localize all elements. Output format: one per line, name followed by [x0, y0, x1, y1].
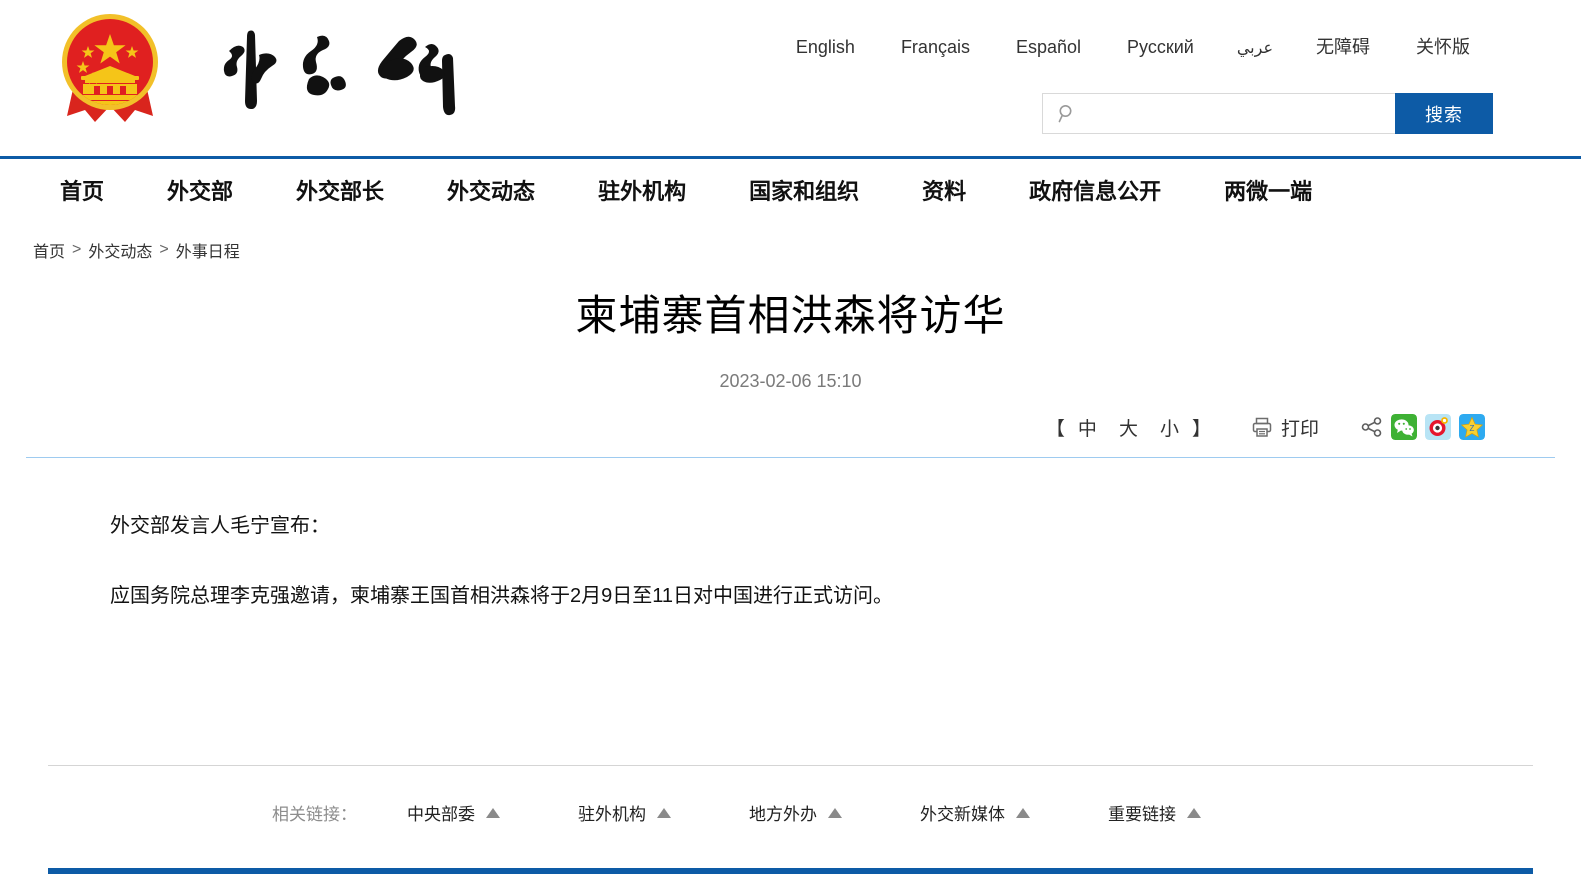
related-link-overseas-missions[interactable]: 驻外机构	[578, 800, 671, 825]
search-icon	[1058, 104, 1072, 122]
footer-bottom-bar	[48, 868, 1533, 874]
nav-item-news[interactable]: 外交动态	[447, 174, 535, 206]
lang-link-espanol[interactable]: Español	[993, 37, 1104, 58]
article-paragraph: 外交部发言人毛宁宣布：	[110, 514, 330, 537]
related-link-label: 驻外机构	[578, 805, 646, 824]
qzone-icon[interactable]: Z	[1459, 414, 1485, 440]
lang-link-russian[interactable]: Русский	[1104, 37, 1217, 58]
breadcrumb-item-2[interactable]: 外事日程	[176, 238, 240, 262]
related-links-label: 相关链接：	[272, 805, 357, 824]
related-link-diplomatic-new-media[interactable]: 外交新媒体	[920, 800, 1030, 825]
share-icon[interactable]	[1361, 416, 1383, 438]
footer-divider	[48, 765, 1533, 766]
article-toolbar: 【 中 大 小 】 打印 Z	[0, 392, 1581, 441]
font-size-medium-button[interactable]: 中	[1069, 414, 1106, 441]
nav-item-government-info[interactable]: 政府信息公开	[1029, 174, 1161, 206]
nav-item-home[interactable]: 首页	[60, 174, 104, 206]
related-link-label: 外交新媒体	[920, 805, 1005, 824]
article-header: 柬埔寨首相洪森将访华 2023-02-06 15:10	[0, 262, 1581, 392]
related-link-local-foreign-affairs[interactable]: 地方外办	[749, 800, 842, 825]
page-title: 柬埔寨首相洪森将访华	[575, 292, 1006, 339]
breadcrumb: 首页 > 外交动态 > 外事日程	[0, 220, 1581, 262]
share-group: Z	[1361, 414, 1485, 440]
svg-text:Z: Z	[1470, 424, 1475, 433]
lang-link-francais[interactable]: Français	[878, 37, 993, 58]
article-paragraph: 应国务院总理李克强邀请，柬埔寨王国首相洪森将于2月9日至11日对中国进行正式访问…	[110, 584, 894, 607]
china-national-emblem-icon	[62, 14, 158, 122]
lang-link-arabic[interactable]: عربي	[1217, 38, 1293, 58]
caret-up-icon	[1016, 807, 1030, 818]
caret-up-icon	[657, 807, 671, 818]
search-input-container[interactable]	[1042, 93, 1395, 134]
accessibility-link[interactable]: 无障碍	[1293, 33, 1393, 59]
related-links: 相关链接： 中央部委 驻外机构 地方外办 外交新媒体 重要链接	[0, 800, 1581, 825]
breadcrumb-separator: >	[72, 241, 82, 258]
font-size-small-button[interactable]: 小	[1151, 414, 1188, 441]
bracket-open: 【	[1045, 418, 1065, 440]
article-body: 外交部发言人毛宁宣布： 应国务院总理李克强邀请，柬埔寨王国首相洪森将于2月9日至…	[0, 458, 1581, 612]
search-input[interactable]	[1077, 95, 1377, 132]
breadcrumb-item-1[interactable]: 外交动态	[88, 238, 152, 262]
mfa-calligraphy-wordmark-icon	[223, 30, 456, 116]
caret-up-icon	[1187, 807, 1201, 818]
nav-item-missions[interactable]: 驻外机构	[598, 174, 686, 206]
related-link-label: 重要链接	[1108, 805, 1176, 824]
article-timestamp: 2023-02-06 15:10	[719, 370, 862, 391]
weibo-icon[interactable]	[1425, 414, 1451, 440]
breadcrumb-item-0[interactable]: 首页	[33, 238, 65, 262]
related-link-important-links[interactable]: 重要链接	[1108, 800, 1201, 825]
breadcrumb-separator: >	[159, 241, 169, 258]
search-button[interactable]: 搜索	[1395, 93, 1493, 134]
related-link-label: 中央部委	[407, 805, 475, 824]
printer-icon	[1252, 417, 1272, 437]
nav-item-minister[interactable]: 外交部长	[296, 174, 384, 206]
search-bar: 搜索	[1042, 93, 1493, 134]
nav-item-social-media[interactable]: 两微一端	[1224, 174, 1312, 206]
caret-up-icon	[486, 807, 500, 818]
nav-item-resources[interactable]: 资料	[922, 174, 966, 206]
nav-item-countries-organizations[interactable]: 国家和组织	[749, 174, 859, 206]
font-size-controls: 【 中 大 小 】	[1046, 414, 1211, 441]
lang-link-english[interactable]: English	[773, 37, 878, 58]
language-bar: English Français Español Русский عربي 无障…	[773, 33, 1493, 59]
nav-item-ministry[interactable]: 外交部	[167, 174, 233, 206]
caret-up-icon	[828, 807, 842, 818]
site-header: English Français Español Русский عربي 无障…	[0, 0, 1581, 156]
bracket-close: 】	[1191, 418, 1211, 440]
wechat-icon[interactable]	[1391, 414, 1417, 440]
print-label: 打印	[1280, 418, 1319, 440]
font-size-large-button[interactable]: 大	[1110, 414, 1147, 441]
related-link-central-ministries[interactable]: 中央部委	[407, 800, 500, 825]
related-link-label: 地方外办	[749, 805, 817, 824]
site-brand[interactable]	[55, 10, 513, 128]
care-version-link[interactable]: 关怀版	[1393, 33, 1493, 59]
main-navigation: 首页 外交部 外交部长 外交动态 驻外机构 国家和组织 资料 政府信息公开 两微…	[0, 159, 1581, 220]
print-button[interactable]: 打印	[1251, 414, 1319, 441]
